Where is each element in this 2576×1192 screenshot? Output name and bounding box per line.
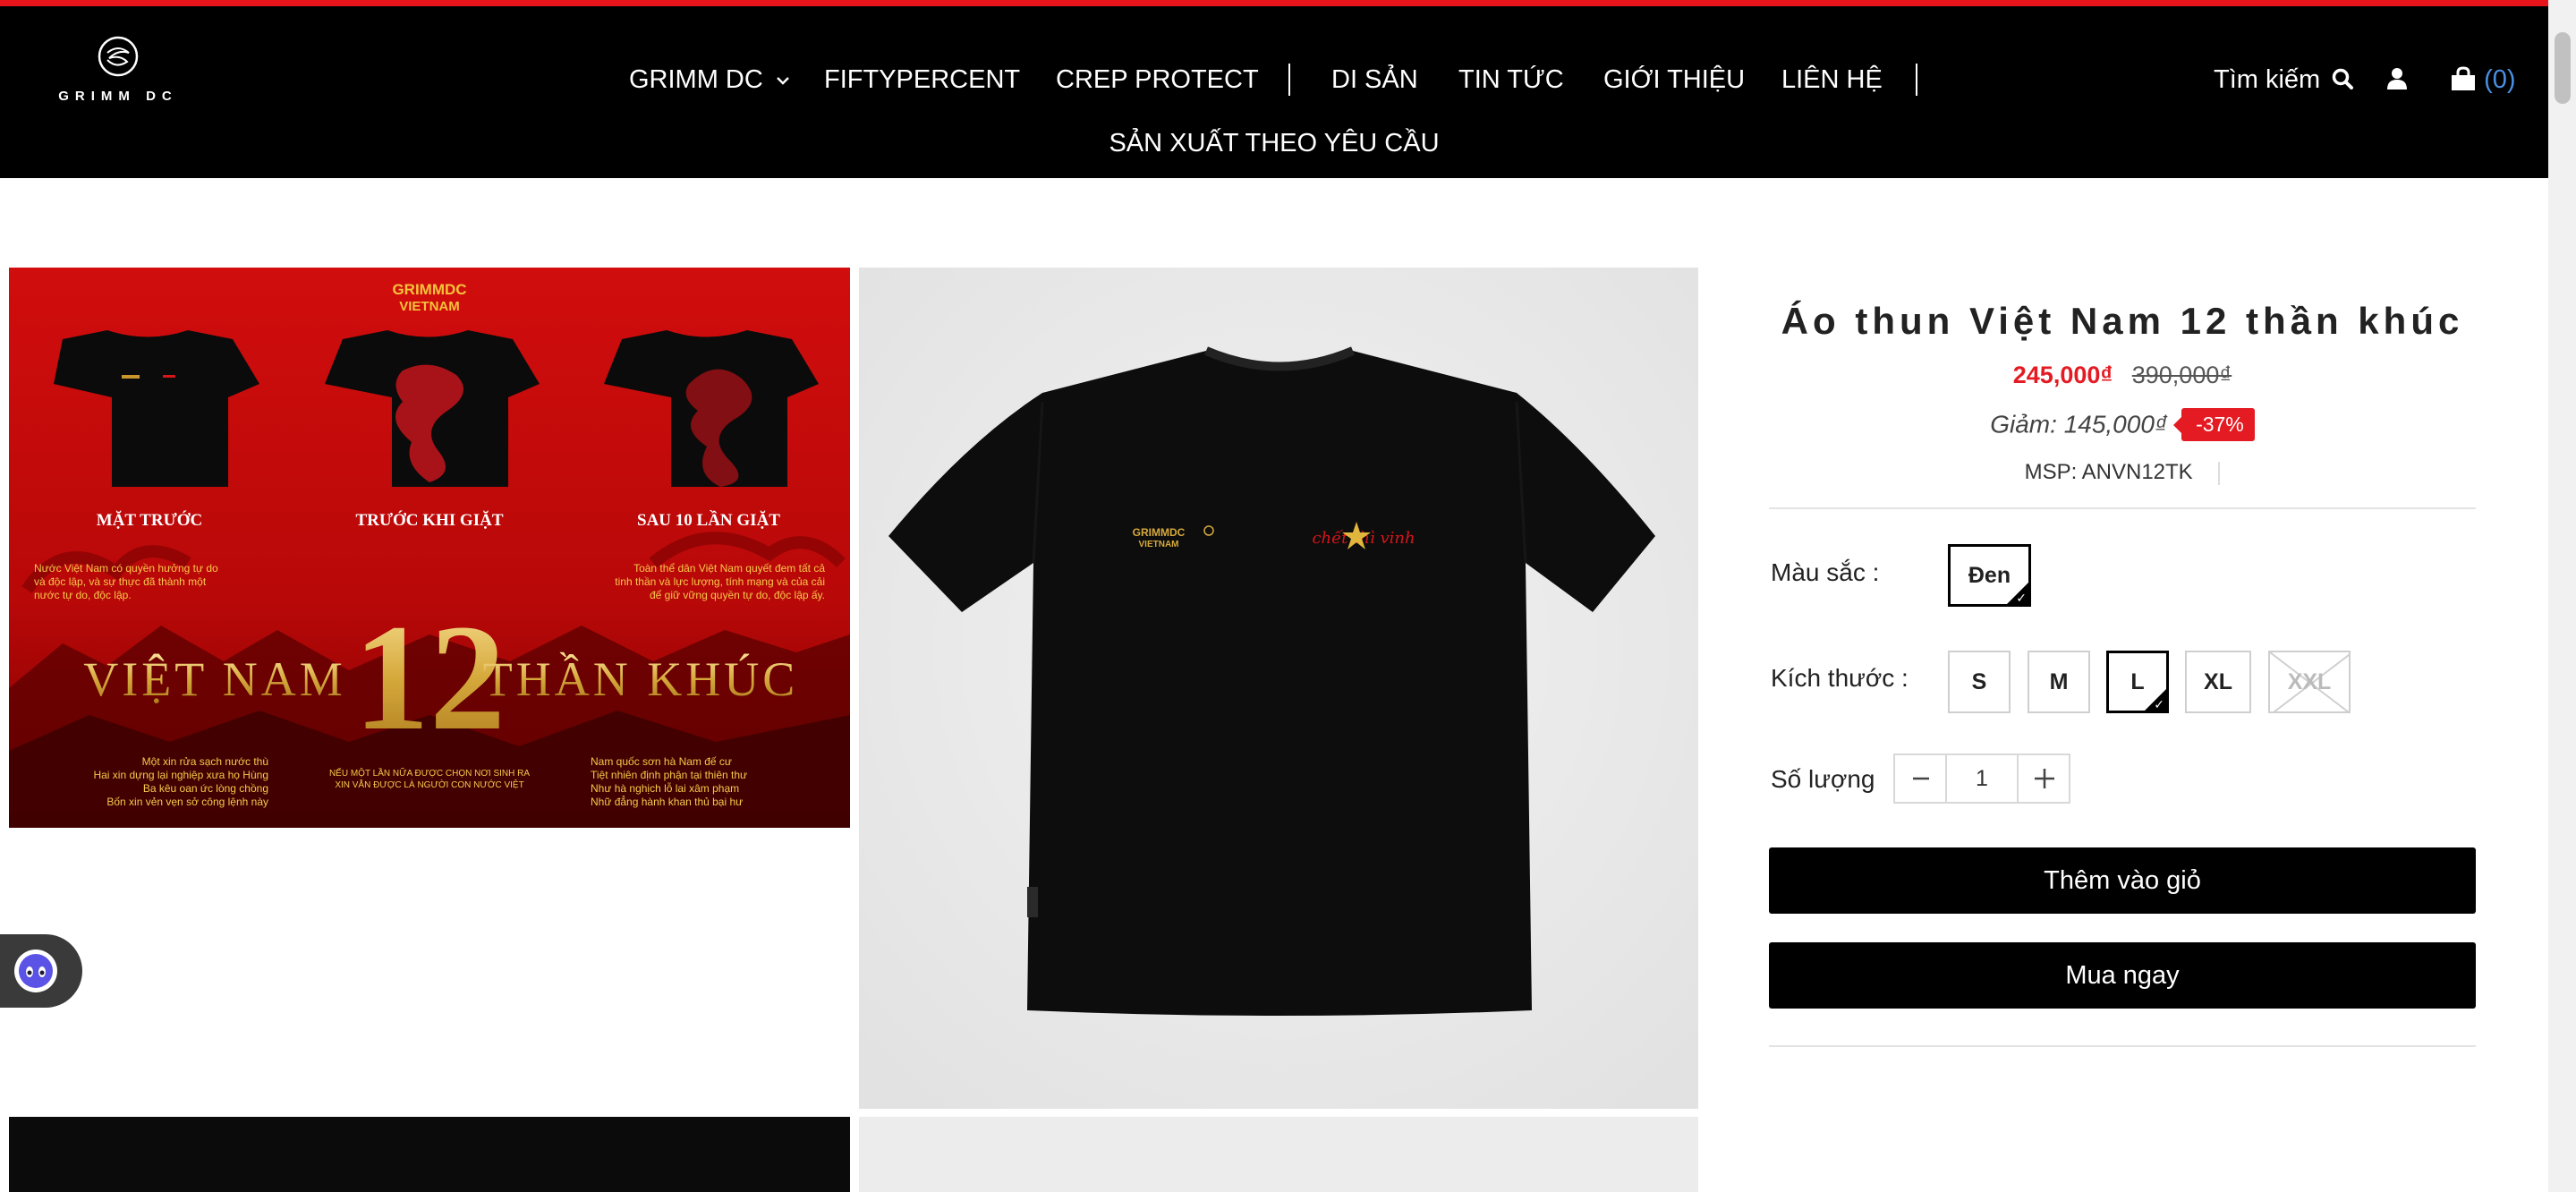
poster-verse-line: để giữ vững quyền tự do, độc lập ấy.: [650, 589, 825, 601]
top-accent-bar: [0, 0, 2548, 6]
cart-button[interactable]: (0): [2450, 58, 2516, 101]
shopping-bag-icon: [2452, 66, 2475, 90]
tshirt-photo: GRIMMDC VIETNAM chết thì vinh: [859, 268, 1698, 1109]
poster-artwork: 12 VIỆT NAM THẦN KHÚC GRIMMDC VIETNAM MẶ…: [9, 268, 850, 828]
poster-verse-line: Nhữ đẳng hành khan thủ bại hư: [591, 795, 743, 808]
poster-brand-line1: GRIMMDC: [392, 281, 466, 298]
quantity-decrease-button[interactable]: [1895, 755, 1947, 802]
price-row: 245,000₫ 390,000₫: [1769, 362, 2476, 389]
product-title: Áo thun Việt Nam 12 thần khúc: [1781, 300, 2464, 342]
search-button[interactable]: Tìm kiếm: [2214, 58, 2354, 101]
nav-item-lien-he[interactable]: LIÊN HỆ: [1781, 58, 1883, 101]
quantity-input[interactable]: 1: [1947, 755, 2017, 802]
discount-badge: -37%: [2173, 408, 2255, 441]
nav-item-label: GRIMM DC: [629, 65, 763, 94]
sku-divider: [2218, 461, 2221, 485]
poster-verse-line: Hai xin dựng lại nghiệp xưa họ Hùng: [93, 769, 268, 781]
poster-verse-line: NẾU MỘT LẦN NỮA ĐƯỢC CHỌN NƠI SINH RA: [329, 767, 530, 779]
poster-verse-line: tinh thần và lực lượng, tính mạng và của…: [615, 575, 825, 588]
divider: [1769, 1045, 2476, 1047]
quantity-increase-button[interactable]: [2017, 755, 2069, 802]
scrollbar-thumb[interactable]: [2555, 32, 2571, 104]
cart-count: 0: [2492, 65, 2507, 94]
poster-verse-line: Như hà nghịch lỗ lai xâm phạm: [591, 781, 739, 795]
quantity-stepper: 1: [1893, 754, 2070, 804]
sku-text: MSP: ANVN12TK: [2024, 460, 2193, 484]
nav-item-fiftypercent[interactable]: FIFTYPERCENT: [824, 58, 1020, 101]
secondary-nav: SẢN XUẤT THEO YÊU CẦU: [0, 122, 2548, 165]
main-nav: GRIMM DC FIFTYPERCENT CREP PROTECT DI SẢ…: [0, 58, 2548, 101]
poster-verse-line: XIN VẪN ĐƯỢC LÀ NGƯỜI CON NƯỚC VIỆT: [335, 779, 523, 790]
nav-item-grimm-dc[interactable]: GRIMM DC: [629, 58, 790, 101]
product-image-poster[interactable]: 12 VIỆT NAM THẦN KHÚC GRIMMDC VIETNAM MẶ…: [9, 268, 850, 828]
size-label: Kích thước :: [1771, 664, 1909, 692]
chat-widget-button[interactable]: [0, 934, 82, 1008]
search-icon: [2333, 68, 2354, 89]
product-image-thumb[interactable]: [859, 1117, 1698, 1192]
nav-item-di-san[interactable]: DI SẢN: [1331, 58, 1418, 101]
swatch-label: XL: [2204, 669, 2232, 694]
nav-item-tin-tuc[interactable]: TIN TỨC: [1458, 58, 1564, 101]
swatch-label: M: [2049, 669, 2069, 694]
buy-now-button[interactable]: Mua ngay: [1769, 942, 2476, 1009]
poster-verse-line: Nam quốc sơn hà Nam đế cư: [591, 755, 732, 768]
swatch-label: Đen: [1968, 563, 2011, 588]
poster-caption: TRƯỚC KHI GIẶT: [355, 510, 503, 530]
savings-row: Giảm: 145,000₫ -37%: [1769, 408, 2476, 441]
poster-verse-line: Bốn xin vẻn vẹn sở công lệnh này: [106, 796, 268, 808]
swatch-label: XXL: [2287, 669, 2332, 694]
divider: [1769, 507, 2476, 509]
chevron-down-icon: [777, 77, 789, 86]
checkmark-icon: ✓: [2154, 697, 2164, 711]
account-button[interactable]: [2386, 58, 2408, 101]
poster-verse-line: và độc lập, và sự thực đã thành một: [34, 575, 207, 588]
search-label: Tìm kiếm: [2214, 65, 2321, 94]
minus-icon: [1913, 777, 1929, 780]
nav-item-san-xuat-theo-yeu-cau[interactable]: SẢN XUẤT THEO YÊU CẦU: [1109, 122, 1439, 165]
color-label: Màu sắc :: [1771, 558, 1880, 586]
color-swatch-den[interactable]: Đen ✓: [1948, 544, 2031, 607]
tee-print-brand-line2: VIETNAM: [1139, 540, 1179, 549]
cart-count-open: (: [2484, 65, 2493, 94]
plus-icon: [2035, 769, 2054, 788]
site-header: GRIMM DC GRIMM DC FIFTYPERCENT CREP PROT…: [0, 6, 2548, 178]
size-option-xl[interactable]: XL: [2185, 651, 2251, 713]
poster-caption: SAU 10 LẦN GIẶT: [637, 510, 780, 530]
poster-verse-line: Một xin rửa sạch nước thù: [142, 755, 268, 768]
product-image-thumb[interactable]: [9, 1117, 850, 1192]
poster-brand-line2: VIETNAM: [399, 299, 460, 314]
add-to-cart-button[interactable]: Thêm vào giỏ: [1769, 847, 2476, 914]
poster-headline-left: VIỆT NAM: [83, 652, 345, 706]
quantity-label: Số lượng: [1771, 765, 1875, 793]
nav-divider: [1288, 64, 1290, 96]
poster-verse-line: Tiệt nhiên định phận tại thiên thư: [591, 769, 747, 781]
size-option-s[interactable]: S: [1948, 651, 2011, 713]
poster-verse-line: Ba kêu oan ức lòng chồng: [143, 782, 268, 795]
user-icon: [2387, 68, 2407, 89]
swatch-label: L: [2130, 669, 2145, 694]
product-image-main[interactable]: GRIMMDC VIETNAM chết thì vinh: [859, 268, 1698, 1109]
savings-text: Giảm: 145,000₫: [1990, 410, 2168, 438]
poster-verse-line: nước tự do, độc lập.: [34, 589, 132, 601]
nav-item-crep-protect[interactable]: CREP PROTECT: [1056, 58, 1259, 101]
sale-price: 245,000₫: [2012, 362, 2113, 388]
sku-row: MSP: ANVN12TK: [1769, 460, 2476, 485]
poster-caption: MẶT TRƯỚC: [97, 510, 202, 530]
nav-divider: [1916, 64, 1917, 96]
compare-price: 390,000₫: [2131, 362, 2232, 388]
nav-item-gioi-thieu[interactable]: GIỚI THIỆU: [1603, 58, 1745, 101]
size-option-xxl-unavailable[interactable]: XXL: [2268, 651, 2351, 713]
page-scrollbar[interactable]: [2548, 0, 2576, 1192]
poster-verse-line: Toàn thể dân Việt Nam quyết đem tất cả: [633, 562, 825, 575]
size-option-l[interactable]: L ✓: [2106, 651, 2169, 713]
tee-print-brand-line1: GRIMMDC: [1133, 526, 1186, 539]
poster-headline-right: THẦN KHÚC: [483, 651, 799, 706]
swatch-label: S: [1971, 669, 1987, 694]
checkmark-icon: ✓: [2016, 591, 2027, 605]
size-option-m[interactable]: M: [2028, 651, 2090, 713]
poster-verse-line: Nước Việt Nam có quyền hưởng tự do: [34, 562, 218, 575]
chatbot-icon: [14, 949, 57, 992]
cart-count-close: ): [2506, 65, 2516, 94]
